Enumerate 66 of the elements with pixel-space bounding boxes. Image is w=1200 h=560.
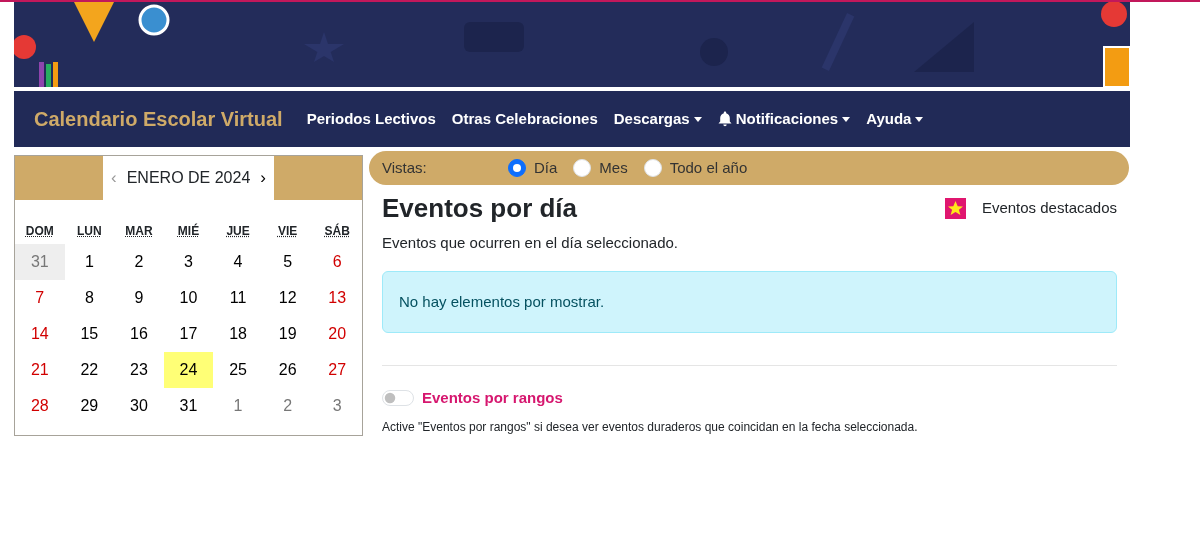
calendar-day[interactable]: 29: [64, 388, 115, 424]
calendar-day[interactable]: 23: [114, 352, 164, 388]
empty-alert: No hay elementos por mostrar.: [382, 270, 1117, 334]
calendar-day[interactable]: 1: [64, 244, 115, 280]
calendar-day[interactable]: 5: [262, 244, 313, 280]
calendar-day[interactable]: 2: [262, 388, 313, 424]
weekday-label: MIÉ: [177, 224, 200, 238]
calendar-day[interactable]: 25: [213, 352, 263, 388]
nav-link[interactable]: Periodos Lectivos: [306, 107, 436, 131]
weekday-label: JUE: [226, 224, 250, 238]
calendar-day[interactable]: 4: [213, 244, 263, 280]
nav-link[interactable]: Notificaciones: [717, 107, 851, 131]
section-heading: Eventos por día: [382, 193, 578, 225]
radio-label: Todo el año: [669, 157, 748, 178]
nav-link[interactable]: Ayuda: [866, 107, 924, 131]
calendar-day[interactable]: 13: [312, 280, 362, 316]
next-month-button[interactable]: ›: [252, 165, 274, 191]
calendar-day[interactable]: 20: [312, 316, 362, 352]
calendar-day[interactable]: 16: [114, 316, 164, 352]
help-text: Active "Eventos por rangos" si desea ver eventos duraderos que coincidan en la fecha seleccionada.: [382, 419, 919, 437]
legend-label: Eventos destacados: [981, 198, 1117, 218]
calendar-day[interactable]: 6: [312, 244, 362, 280]
toggle-switch[interactable]: [382, 390, 414, 407]
calendar-day[interactable]: 19: [262, 316, 313, 352]
site-title: Calendario Escolar Virtual: [34, 107, 283, 132]
radio-label: Día: [534, 157, 558, 178]
toggle-label: Eventos por rangos: [422, 387, 563, 408]
caret-icon: [915, 116, 924, 122]
calendar-day[interactable]: 3: [312, 388, 362, 424]
radio-button[interactable]: [508, 159, 526, 177]
calendar-day[interactable]: 15: [64, 316, 115, 352]
calendar-day[interactable]: 31: [15, 244, 65, 280]
calendar-day[interactable]: 1: [213, 388, 263, 424]
weekday-label: SÁB: [324, 224, 350, 238]
calendar-day[interactable]: 24: [163, 352, 214, 388]
bell-icon: [717, 111, 732, 127]
calendar-day[interactable]: 12: [262, 280, 313, 316]
calendar-day[interactable]: 3: [163, 244, 214, 280]
calendar-day[interactable]: 22: [64, 352, 115, 388]
calendar-day[interactable]: 8: [64, 280, 115, 316]
calendar-day[interactable]: 26: [262, 352, 313, 388]
calendar-day[interactable]: 30: [114, 388, 164, 424]
caret-icon: [693, 116, 702, 122]
calendar-day[interactable]: 14: [15, 316, 65, 352]
nav-link[interactable]: Descargas: [613, 107, 702, 131]
caret-icon: [842, 116, 851, 122]
weekday-label: LUN: [77, 224, 102, 238]
calendar-day[interactable]: 18: [213, 316, 263, 352]
calendar-day[interactable]: 2: [114, 244, 164, 280]
calendar-day[interactable]: 17: [163, 316, 214, 352]
radio-label: Mes: [599, 157, 628, 178]
calendar-day[interactable]: 7: [15, 280, 65, 316]
weekday-label: MAR: [125, 224, 153, 238]
weekday-label: VIE: [277, 224, 298, 238]
view-label: Vistas:: [382, 157, 428, 178]
calendar-day[interactable]: 28: [15, 388, 65, 424]
calendar-day[interactable]: 11: [213, 280, 263, 316]
calendar-day[interactable]: 10: [163, 280, 214, 316]
weekday-label: DOM: [25, 224, 54, 238]
calendar-day[interactable]: 31: [163, 388, 214, 424]
nav-link[interactable]: Otras Celebraciones: [451, 107, 598, 131]
calendar-day[interactable]: 21: [15, 352, 65, 388]
calendar-day[interactable]: 27: [312, 352, 362, 388]
calendar-day[interactable]: 9: [114, 280, 164, 316]
section-subtitle: Eventos que ocurren en el día seleccionado.: [382, 233, 680, 254]
month-title: ENERO DE 2024: [126, 168, 251, 188]
